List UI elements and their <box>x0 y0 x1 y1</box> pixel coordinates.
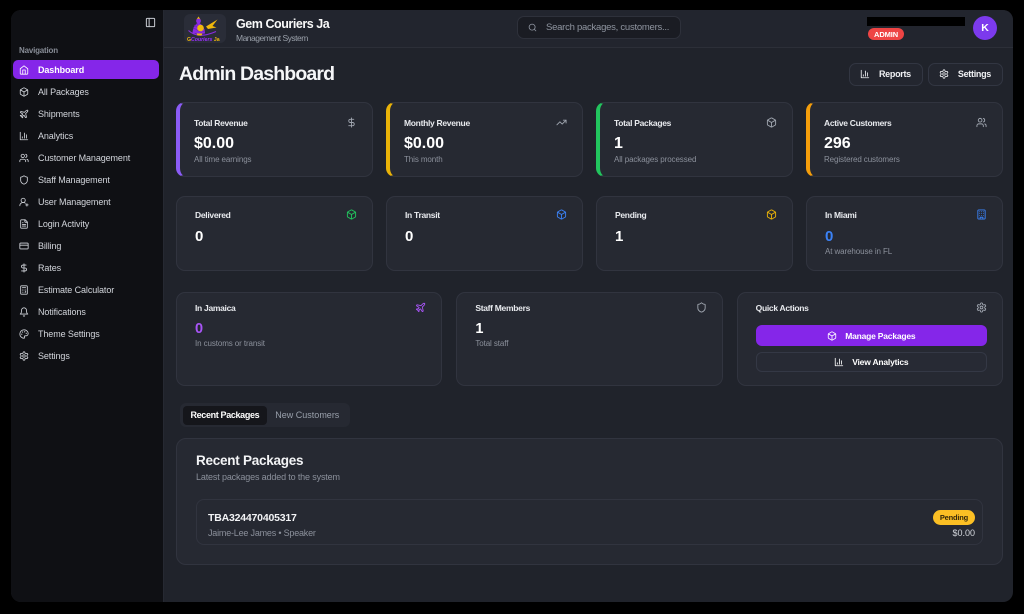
svg-text:GCouriers Ja: GCouriers Ja <box>187 37 220 43</box>
